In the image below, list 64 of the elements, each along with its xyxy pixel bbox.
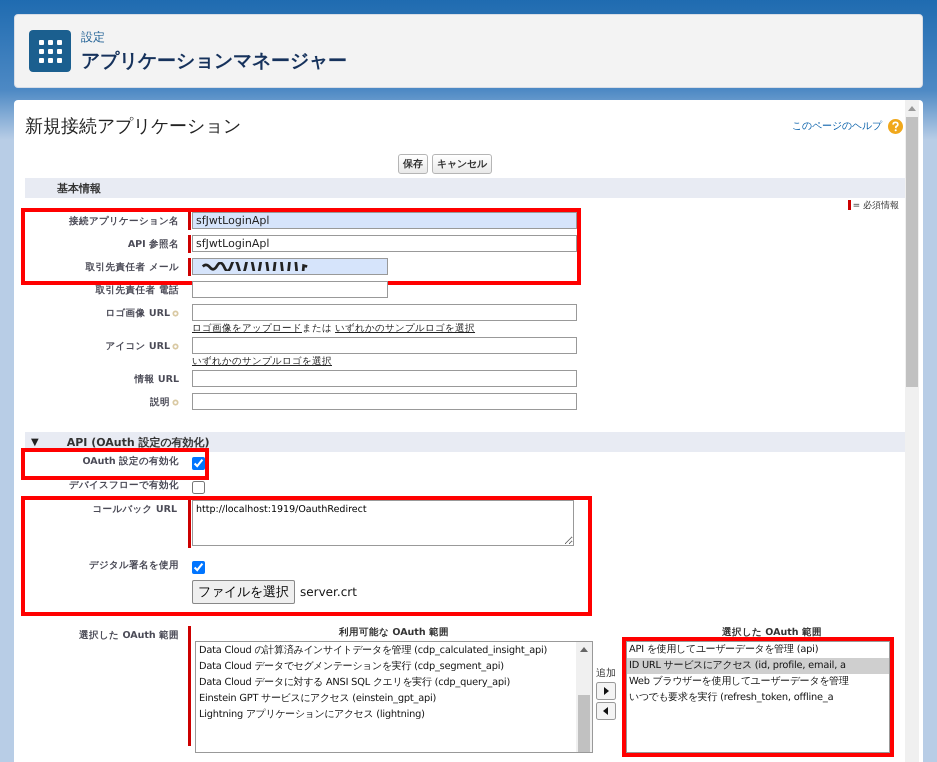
list-scrollbar[interactable] (576, 642, 592, 752)
help-link[interactable]: このページのヘルプ (792, 119, 882, 133)
info-icon[interactable] (172, 399, 179, 406)
field-label: アイコン URL (106, 340, 170, 353)
page-scrollbar[interactable] (905, 100, 919, 762)
remove-arrow-button[interactable] (596, 702, 616, 720)
page-header-title: アプリケーションマネージャー (81, 48, 347, 74)
add-label: 追加 (596, 666, 616, 680)
section-title: 基本情報 (57, 180, 101, 196)
field-label: ロゴ画像 URL (106, 307, 170, 320)
checkbox[interactable] (192, 457, 205, 470)
app-grid-icon (29, 30, 71, 72)
field-label: OAuth 設定の有効化 (82, 455, 179, 468)
checkbox[interactable] (192, 481, 205, 494)
info-icon[interactable] (172, 310, 179, 317)
text-field[interactable] (192, 281, 388, 298)
upload-link[interactable]: ロゴ画像をアップロード (192, 323, 302, 334)
list-option[interactable]: いつでも要求を実行 (refresh_token, offline_a (627, 690, 889, 706)
callback-url-field[interactable]: http://localhost:1919/OauthRedirect (192, 500, 574, 546)
checkbox[interactable] (192, 561, 205, 574)
list-option[interactable]: Lightning アプリケーションにアクセス (lightning) (196, 707, 576, 723)
text-field[interactable]: sfJwtLoginApl (192, 212, 577, 229)
text-field[interactable] (192, 393, 577, 410)
link-text: ロゴ画像をアップロード または いずれかのサンプルロゴを選択 (192, 322, 476, 335)
list-title: 選択した OAuth 範囲 (722, 626, 822, 640)
email-field[interactable] (192, 258, 388, 275)
field-label: API 参照名 (128, 238, 179, 251)
collapse-toggle[interactable]: ▼ (31, 436, 39, 448)
required-legend: = 必須情報 (848, 198, 899, 212)
selected-scopes-list[interactable]: API を使用してユーザーデータを管理 (api) ID URL サービスにアクセス (id, profile, email, a Web ブラウザーを使用してユーザーデータを管理 いつでも要求を実行 (refresh_token, offline_a (626, 641, 890, 753)
info-icon[interactable] (172, 343, 179, 350)
page-title: 新規接続アプリケーション (25, 115, 242, 138)
text-field[interactable] (192, 337, 577, 354)
list-option[interactable]: Web ブラウザーを使用してユーザーデータを管理 (627, 674, 889, 690)
field-label: コールバック URL (92, 503, 177, 516)
save-button[interactable]: 保存 (398, 154, 428, 174)
field-label: 接続アプリケーション名 (69, 215, 179, 228)
list-title: 利用可能な OAuth 範囲 (339, 626, 449, 640)
list-option[interactable]: ID URL サービスにアクセス (id, profile, email, a (627, 658, 889, 674)
text-field[interactable]: sfJwtLoginApl (192, 235, 577, 252)
add-arrow-button[interactable] (596, 682, 616, 700)
file-choose-button[interactable]: ファイルを選択 (192, 580, 295, 604)
field-label: デバイスフローで有効化 (69, 479, 179, 492)
field-label: 説明 (150, 396, 170, 409)
list-option[interactable]: Data Cloud データでセグメンテーションを実行 (cdp_segment_api) (196, 659, 576, 675)
breadcrumb-link[interactable]: 設定 (81, 28, 347, 46)
field-label: 取引先責任者 電話 (96, 284, 179, 297)
field-label: 選択した OAuth 範囲 (79, 629, 179, 642)
sample-logo-link[interactable]: いずれかのサンプルロゴを選択 (335, 323, 476, 334)
field-label: デジタル署名を使用 (89, 559, 179, 572)
list-option[interactable]: API を使用してユーザーデータを管理 (api) (627, 642, 889, 658)
list-option[interactable]: Einstein GPT サービスにアクセス (einstein_gpt_api) (196, 691, 576, 707)
list-option[interactable]: Data Cloud の計算済みインサイトデータを管理 (cdp_calculated_insight_api) (196, 643, 576, 659)
text-field[interactable] (192, 304, 577, 321)
help-icon[interactable] (888, 118, 903, 134)
upload-link[interactable]: いずれかのサンプルロゴを選択 (192, 356, 332, 367)
text-field[interactable] (192, 370, 577, 387)
file-name: server.crt (300, 585, 357, 599)
cancel-button[interactable]: キャンセル (432, 154, 492, 174)
field-label: 情報 URL (134, 373, 179, 386)
available-scopes-list[interactable] (195, 641, 593, 753)
field-label: 取引先責任者 メール (86, 261, 179, 274)
list-option[interactable]: Data Cloud データに対する ANSI SQL クエリを実行 (cdp_query_api) (196, 675, 576, 691)
section-title: API (OAuth 設定の有効化) (66, 434, 210, 450)
